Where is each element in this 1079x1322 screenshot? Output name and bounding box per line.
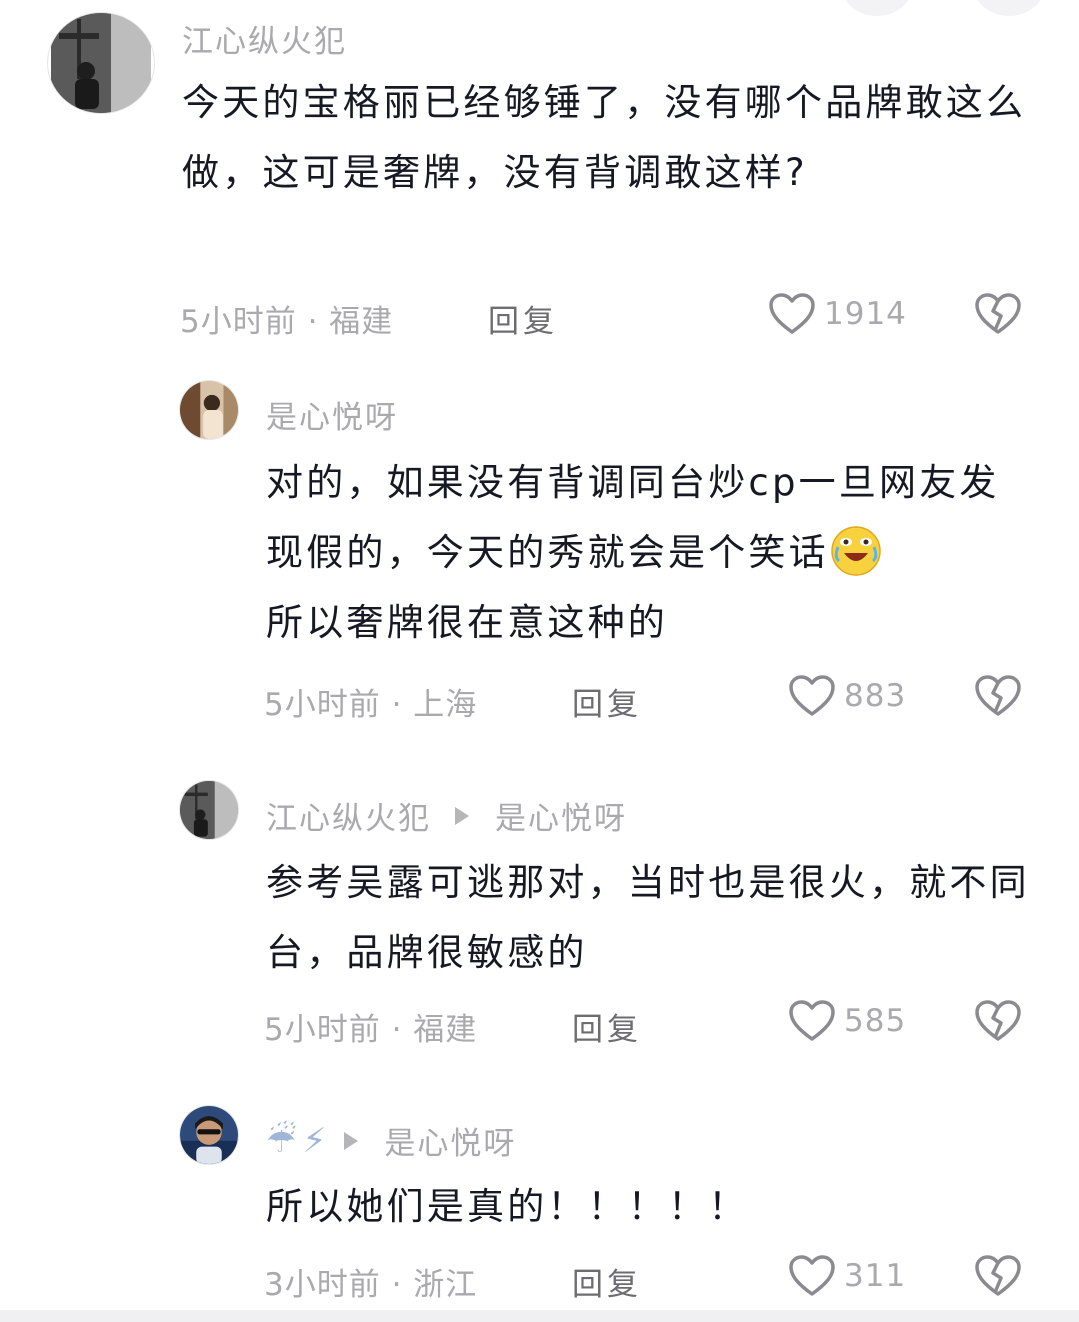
broken-heart-icon <box>975 1000 1021 1041</box>
reply-button[interactable]: 回复 <box>572 1259 642 1304</box>
heart-icon <box>769 293 815 334</box>
avatar-image <box>51 13 151 113</box>
reply-button[interactable]: 回复 <box>488 296 558 341</box>
avatar[interactable] <box>179 1105 239 1165</box>
like-count: 585 <box>844 1003 907 1039</box>
dislike-button[interactable] <box>974 292 1022 336</box>
username-row: 江心纵火犯 是心悦呀 <box>266 793 627 838</box>
avatar-image <box>180 1106 238 1164</box>
avatar-image <box>180 781 238 839</box>
username[interactable]: 江心纵火犯 <box>182 16 347 61</box>
comment-meta: 5小时前 · 上海 <box>264 687 478 723</box>
username[interactable]: ☔⚡ <box>266 1121 332 1161</box>
avatar[interactable] <box>47 12 155 114</box>
comment-meta: 5小时前 · 福建 <box>264 1012 478 1048</box>
bottom-edge <box>0 1310 1079 1322</box>
reply-arrow-icon <box>455 806 469 825</box>
broken-heart-icon <box>975 1255 1021 1296</box>
dislike-button[interactable] <box>974 999 1022 1043</box>
comment-text-part: 所以奢牌很在意这种的 <box>266 601 668 644</box>
reply-arrow-icon <box>344 1131 359 1150</box>
dislike-button[interactable] <box>974 674 1022 718</box>
comment-meta: 3小时前 · 浙江 <box>264 1267 478 1303</box>
heart-icon <box>789 675 835 716</box>
like-button[interactable]: 1914 <box>768 292 907 336</box>
heart-icon <box>789 1000 835 1041</box>
like-button[interactable]: 883 <box>788 674 906 718</box>
heart-icon <box>789 1255 835 1296</box>
laugh-cry-emoji-icon <box>831 526 881 576</box>
username[interactable]: 江心纵火犯 <box>266 793 431 838</box>
like-count: 883 <box>844 678 907 714</box>
dislike-button[interactable] <box>974 1254 1022 1298</box>
comment-text: 所以她们是真的！！！！！ <box>266 1185 749 1228</box>
avatar-image <box>180 381 238 439</box>
top-action-button-2[interactable] <box>974 0 1044 16</box>
comment-text: 对的，如果没有背调同台炒cp一旦网友发现假的，今天的秀就会是个笑话 所以奢牌很在… <box>266 448 1036 658</box>
username-row: ☔⚡ 是心悦呀 <box>266 1118 516 1163</box>
like-count: 311 <box>844 1258 907 1294</box>
broken-heart-icon <box>975 675 1021 716</box>
avatar[interactable] <box>179 380 239 440</box>
comment-text: 参考吴露可逃那对，当时也是很火，就不同台，品牌很敏感的 <box>266 861 1030 974</box>
like-button[interactable]: 585 <box>788 999 906 1043</box>
reply-to-username[interactable]: 是心悦呀 <box>495 793 627 838</box>
comment-text-part: 对的，如果没有背调同台炒cp一旦网友发现假的，今天的秀就会是个笑话 <box>266 461 1000 574</box>
comment-text: 今天的宝格丽已经够锤了，没有哪个品牌敢这么做，这可是奢牌，没有背调敢这样? <box>182 81 1027 194</box>
top-action-button-1[interactable] <box>842 0 912 16</box>
username[interactable]: 是心悦呀 <box>266 392 398 437</box>
broken-heart-icon <box>975 293 1021 334</box>
comment-meta: 5小时前 · 福建 <box>180 304 394 340</box>
reply-button[interactable]: 回复 <box>572 679 642 724</box>
reply-button[interactable]: 回复 <box>572 1004 642 1049</box>
avatar[interactable] <box>179 780 239 840</box>
reply-to-username[interactable]: 是心悦呀 <box>384 1118 516 1163</box>
like-button[interactable]: 311 <box>788 1254 906 1298</box>
like-count: 1914 <box>824 296 907 332</box>
